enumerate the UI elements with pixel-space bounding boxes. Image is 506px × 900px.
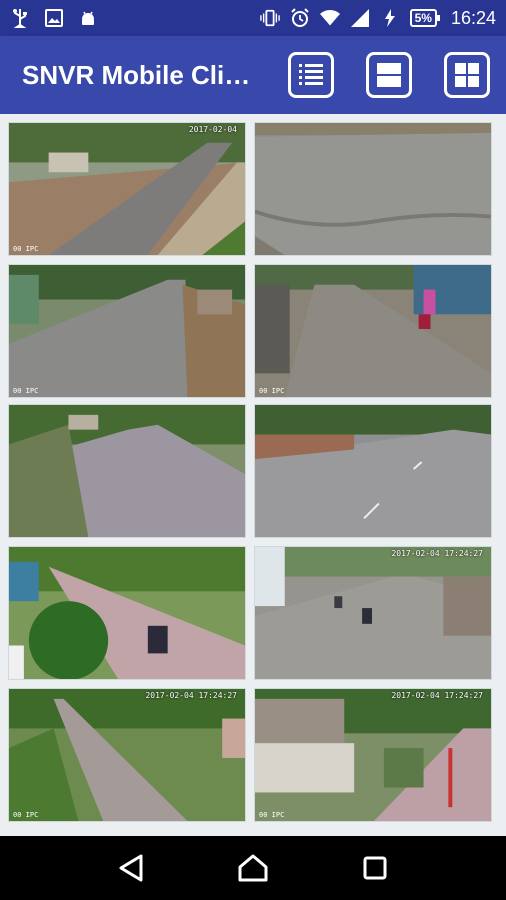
charging-icon xyxy=(380,8,400,28)
system-navigation-bar xyxy=(0,836,506,900)
signal-icon xyxy=(350,8,370,28)
camera-tile-7[interactable] xyxy=(8,546,246,680)
wifi-icon xyxy=(319,8,340,28)
image-icon xyxy=(44,8,64,28)
two-row-layout-button[interactable] xyxy=(366,52,412,98)
camera-timestamp: 2017-02-04 17:24:27 xyxy=(145,691,237,700)
camera-label: 00 IPC xyxy=(259,387,285,395)
recents-button[interactable] xyxy=(355,848,395,888)
camera-grid: 2017-02-04 00 IPC 00 IPC 00 IPC 2017-02-… xyxy=(0,114,506,836)
camera-tile-1[interactable]: 2017-02-04 00 IPC xyxy=(8,122,246,256)
camera-label: 00 IPC xyxy=(259,811,285,819)
app-bar: SNVR Mobile Cli… xyxy=(0,36,506,114)
camera-tile-10[interactable]: 2017-02-04 17:24:27 00 IPC xyxy=(254,688,492,822)
four-grid-layout-button[interactable] xyxy=(444,52,490,98)
camera-label: 00 IPC xyxy=(13,811,39,819)
list-icon xyxy=(299,64,323,85)
android-icon xyxy=(78,8,98,28)
back-button[interactable] xyxy=(111,848,151,888)
usb-icon xyxy=(10,8,30,28)
vibrate-icon xyxy=(259,8,280,28)
alarm-icon xyxy=(290,8,310,28)
status-bar: 5% 16:24 xyxy=(0,0,506,36)
back-triangle-icon xyxy=(119,854,143,882)
camera-tile-4[interactable]: 00 IPC xyxy=(254,264,492,398)
camera-tile-2[interactable] xyxy=(254,122,492,256)
recents-square-icon xyxy=(363,856,387,880)
camera-timestamp: 2017-02-04 17:24:27 xyxy=(391,549,483,558)
camera-tile-8[interactable]: 2017-02-04 17:24:27 xyxy=(254,546,492,680)
camera-tile-5[interactable] xyxy=(8,404,246,538)
app-title: SNVR Mobile Cli… xyxy=(22,59,251,90)
two-row-icon xyxy=(377,63,401,87)
home-button[interactable] xyxy=(233,848,273,888)
camera-label: 00 IPC xyxy=(13,387,39,395)
clock: 16:24 xyxy=(450,7,496,28)
camera-tile-3[interactable]: 00 IPC xyxy=(8,264,246,398)
battery-level: 5% xyxy=(409,9,441,27)
camera-label: 00 IPC xyxy=(13,245,39,253)
camera-timestamp: 2017-02-04 17:24:27 xyxy=(391,691,483,700)
camera-tile-6[interactable] xyxy=(254,404,492,538)
list-view-button[interactable] xyxy=(288,52,334,98)
home-icon xyxy=(238,854,268,882)
camera-tile-9[interactable]: 2017-02-04 17:24:27 00 IPC xyxy=(8,688,246,822)
camera-timestamp: 2017-02-04 xyxy=(188,125,237,134)
grid-icon xyxy=(455,63,479,87)
